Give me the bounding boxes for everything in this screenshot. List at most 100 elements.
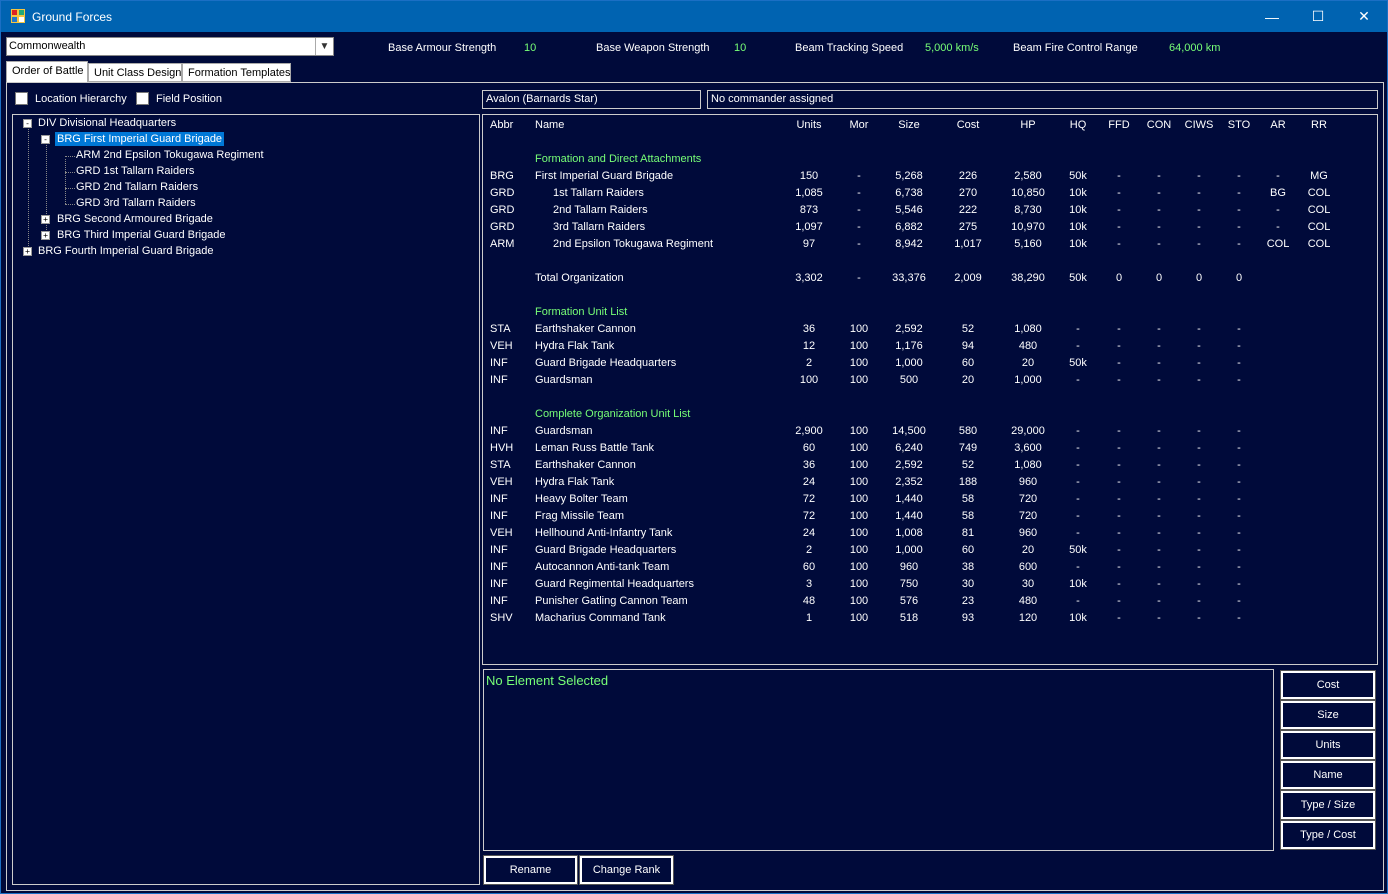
cell-sto: -	[1237, 357, 1241, 369]
cell-units: 60	[802, 442, 816, 454]
sort-type-size-button[interactable]: Type / Size	[1280, 790, 1376, 820]
sort-units-button[interactable]: Units	[1280, 730, 1376, 760]
cell-size: 500	[899, 374, 919, 386]
tree-line	[65, 188, 75, 189]
tree-node-brg-fourth[interactable]: BRG Fourth Imperial Guard Brigade	[38, 244, 213, 258]
cell-sto: -	[1237, 510, 1241, 522]
tree-node-arm-2nd-epsilon[interactable]: ARM 2nd Epsilon Tokugawa Regiment	[76, 148, 264, 162]
sort-size-button[interactable]: Size	[1280, 700, 1376, 730]
cell-hp: 720	[1018, 510, 1038, 522]
race-select[interactable]: Commonwealth ▼	[6, 37, 334, 56]
expand-icon[interactable]: +	[41, 231, 50, 240]
cell-hq: 10k	[1069, 612, 1087, 624]
field-position-checkbox[interactable]: Field Position	[136, 92, 222, 105]
cell-cost: 81	[961, 527, 975, 539]
sort-cost-button[interactable]: Cost	[1280, 670, 1376, 700]
change-rank-button[interactable]: Change Rank	[579, 855, 674, 885]
cell-name: Guard Brigade Headquarters	[535, 544, 677, 556]
cell-ciws: -	[1197, 595, 1201, 607]
cell-con: -	[1157, 561, 1161, 573]
organization-table[interactable]: Abbr Name Units Mor Size Cost HP HQ FFD CON CIWS ST…	[482, 114, 1378, 665]
cell-mor: -	[857, 272, 861, 284]
checkbox-box[interactable]	[15, 92, 28, 105]
chevron-down-icon[interactable]: ▼	[315, 38, 333, 55]
cell-con: -	[1157, 170, 1161, 182]
collapse-icon[interactable]: -	[23, 119, 32, 128]
collapse-icon[interactable]: -	[41, 135, 50, 144]
cell-abbr: INF	[490, 493, 508, 505]
cell-con: -	[1157, 340, 1161, 352]
cell-size: 14,500	[892, 425, 926, 437]
cell-hq: -	[1076, 561, 1080, 573]
cell-abbr: INF	[490, 544, 508, 556]
cell-hp: 10,970	[1011, 221, 1045, 233]
cell-mor: 100	[849, 323, 869, 335]
tree-node-brg-third[interactable]: BRG Third Imperial Guard Brigade	[57, 228, 226, 242]
expand-icon[interactable]: +	[23, 247, 32, 256]
sort-name-button[interactable]: Name	[1280, 760, 1376, 790]
cell-mor: 100	[849, 459, 869, 471]
tree-node-grd-2nd-tallarn[interactable]: GRD 2nd Tallarn Raiders	[76, 180, 198, 194]
cell-mor: -	[857, 187, 861, 199]
cell-cost: 270	[958, 187, 978, 199]
cell-abbr: INF	[490, 561, 508, 573]
cell-cost: 222	[958, 204, 978, 216]
cell-ciws: -	[1197, 238, 1201, 250]
tree-node-div-hq[interactable]: DIV Divisional Headquarters	[38, 116, 176, 130]
detail-text: No Element Selected	[486, 673, 609, 688]
tree-node-brg-second[interactable]: BRG Second Armoured Brigade	[57, 212, 213, 226]
minimize-button[interactable]: —	[1249, 1, 1295, 32]
tree-node-grd-3rd-tallarn[interactable]: GRD 3rd Tallarn Raiders	[76, 196, 196, 210]
tree-node-brg-first[interactable]: BRG First Imperial Guard Brigade	[55, 132, 225, 146]
cell-ciws: -	[1197, 544, 1201, 556]
cell-hp: 960	[1018, 476, 1038, 488]
cell-abbr: HVH	[490, 442, 514, 454]
window-title: Ground Forces	[32, 10, 113, 24]
cell-units: 1,097	[795, 221, 823, 233]
cell-units: 72	[802, 493, 816, 505]
tree-node-grd-1st-tallarn[interactable]: GRD 1st Tallarn Raiders	[76, 164, 194, 178]
close-button[interactable]: ✕	[1341, 1, 1387, 32]
cell-abbr: ARM	[490, 238, 515, 250]
cell-cost: 60	[961, 544, 975, 556]
cell-hp: 1,080	[1014, 459, 1042, 471]
cell-cost: 749	[958, 442, 978, 454]
cell-mor: -	[857, 238, 861, 250]
tab-order-of-battle[interactable]: Order of Battle	[6, 61, 88, 82]
cell-size: 576	[899, 595, 919, 607]
cell-mor: 100	[849, 476, 869, 488]
cell-size: 1,008	[895, 527, 923, 539]
location-hierarchy-checkbox[interactable]: Location Hierarchy	[15, 92, 127, 105]
cell-rr: COL	[1307, 221, 1331, 233]
cell-con: -	[1157, 578, 1161, 590]
cell-abbr: VEH	[490, 476, 513, 488]
cell-ffd: -	[1117, 340, 1121, 352]
cell-ffd: -	[1117, 510, 1121, 522]
maximize-button[interactable]: ☐	[1295, 1, 1341, 32]
cell-con: -	[1157, 357, 1161, 369]
sort-type-cost-button[interactable]: Type / Cost	[1280, 820, 1376, 850]
cell-units: 12	[802, 340, 816, 352]
cell-ffd: -	[1117, 459, 1121, 471]
cell-name: Leman Russ Battle Tank	[535, 442, 655, 454]
cell-hp: 480	[1018, 595, 1038, 607]
cell-ffd: 0	[1115, 272, 1123, 284]
stat-label-weapon: Base Weapon Strength	[596, 42, 710, 54]
cell-name: Guardsman	[535, 374, 593, 386]
tab-formation-templates[interactable]: Formation Templates	[182, 63, 291, 82]
cell-size: 5,546	[895, 204, 923, 216]
cell-con: -	[1157, 493, 1161, 505]
cell-ffd: -	[1117, 595, 1121, 607]
cell-ciws: -	[1197, 323, 1201, 335]
checkbox-box[interactable]	[136, 92, 149, 105]
expand-icon[interactable]: +	[41, 215, 50, 224]
cell-hp: 960	[1018, 527, 1038, 539]
cell-sto: -	[1237, 170, 1241, 182]
rename-button[interactable]: Rename	[483, 855, 578, 885]
cell-cost: 52	[961, 323, 975, 335]
cell-hp: 480	[1018, 340, 1038, 352]
cell-con: -	[1157, 527, 1161, 539]
cell-hp: 29,000	[1011, 425, 1045, 437]
tab-unit-class-design[interactable]: Unit Class Design	[88, 63, 182, 82]
formation-tree[interactable]: - DIV Divisional Headquarters - BRG Firs…	[12, 114, 480, 885]
